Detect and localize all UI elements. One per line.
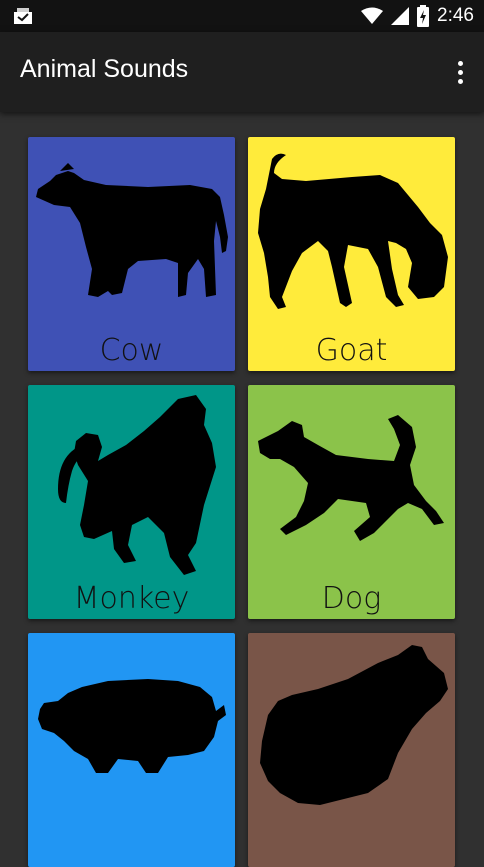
animal-card-cow[interactable]: Cow xyxy=(28,137,235,371)
animal-label: Goat xyxy=(315,333,388,368)
app-title: Animal Sounds xyxy=(20,55,189,83)
animal-card-monkey[interactable]: Monkey xyxy=(28,385,235,619)
animal-grid: Cow Goat Monkey Dog xyxy=(0,112,484,867)
overflow-menu-icon[interactable] xyxy=(454,58,466,88)
status-time: 2:46 xyxy=(437,5,474,26)
wifi-icon xyxy=(361,7,384,24)
battery-charging-icon xyxy=(417,5,430,27)
pig-silhouette-icon xyxy=(28,633,235,867)
animal-card-pig[interactable] xyxy=(28,633,235,867)
animal-label: Monkey xyxy=(73,581,190,616)
animal-card-dog[interactable]: Dog xyxy=(248,385,455,619)
status-icons: 2:46 xyxy=(361,0,474,32)
animal-label: Dog xyxy=(321,581,382,616)
signal-icon xyxy=(391,7,410,25)
animal-card-goat[interactable]: Goat xyxy=(248,137,455,371)
animal-label: Cow xyxy=(99,333,164,368)
app-bar: Animal Sounds xyxy=(0,32,484,112)
frog-silhouette-icon xyxy=(248,633,455,867)
status-bar: 2:46 xyxy=(0,0,484,32)
notification-icon xyxy=(14,8,32,24)
animal-card-frog[interactable] xyxy=(248,633,455,867)
